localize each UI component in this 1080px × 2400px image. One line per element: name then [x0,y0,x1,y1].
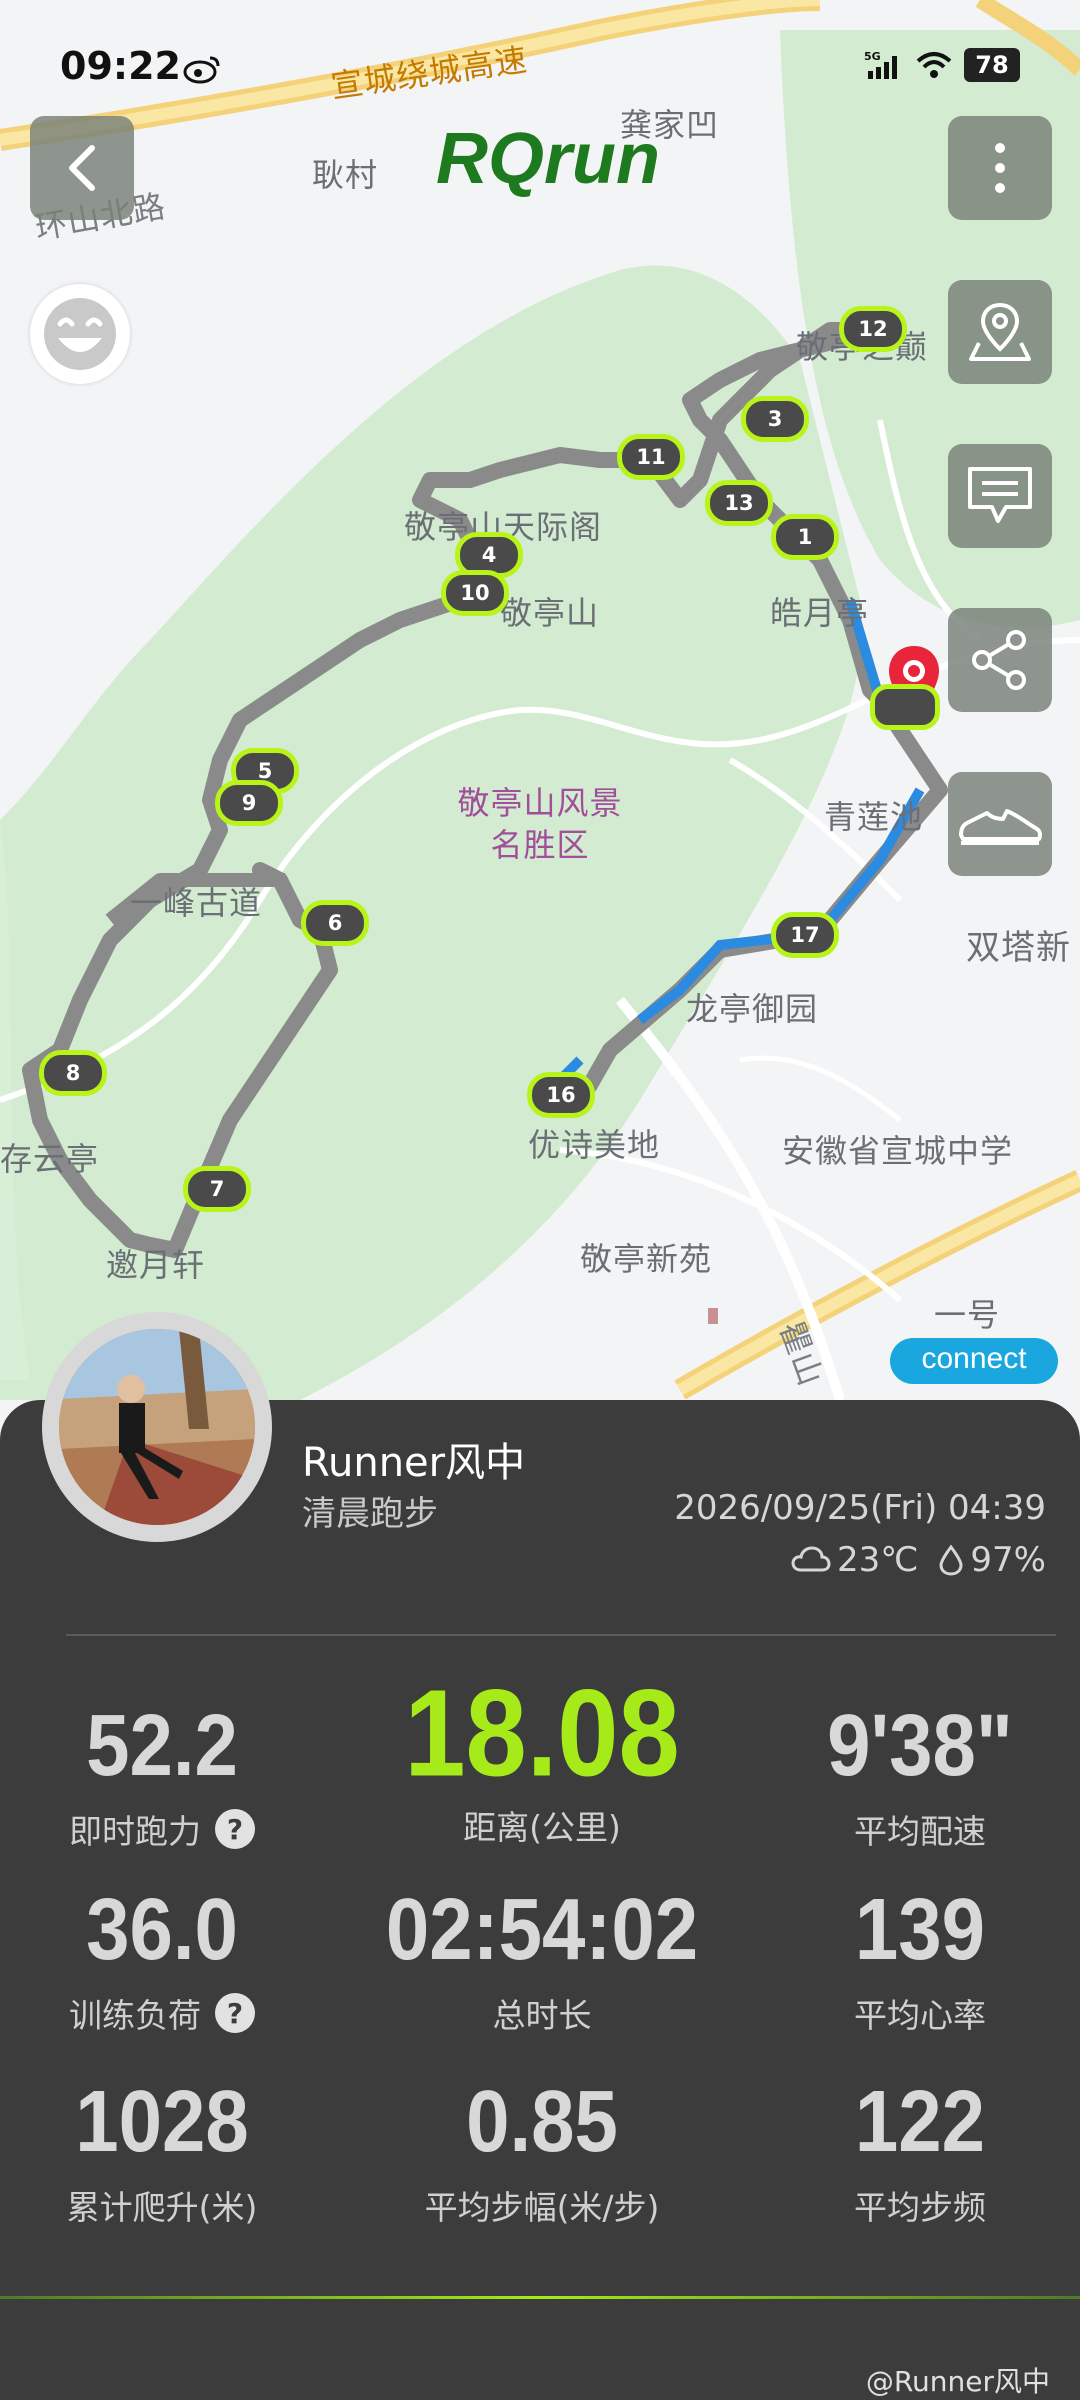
route-marker[interactable]: 1 [771,514,839,560]
route-marker[interactable]: 8 [39,1050,107,1096]
status-bar: 09:22 5G 78 [0,40,1080,96]
help-icon[interactable]: ? [215,1809,255,1849]
map-location-button[interactable] [948,280,1052,384]
username: Runner风中 [302,1440,526,1486]
chevron-left-icon [69,145,95,191]
stat-value: 36.0 [86,1879,238,1979]
start-marker[interactable] [870,684,940,730]
route-map[interactable]: 宣城绕城高速 龚家凹 耿村 环山北路 敬亭之巅 敬亭山天际阁 敬亭山 皓月亭 敬… [0,0,1080,1420]
place-gengcun: 耿村 [312,156,379,194]
route-marker[interactable]: 9 [215,780,283,826]
stat-value: 9'38" [827,1695,1013,1795]
humidity-icon [939,1544,963,1576]
place-haoyue: 皓月亭 [770,594,870,632]
stat-value: 139 [854,1879,986,1979]
place-anhui-school: 安徽省宣城中学 [782,1132,1014,1170]
route-marker[interactable]: 7 [183,1166,251,1212]
place-shuangta: 双塔新 [966,928,1071,968]
stat-avg-stride: 0.85 平均步幅(米/步) [362,2072,722,2229]
stat-avg-cadence: 122 平均步频 [740,2072,1080,2229]
route-marker[interactable]: 3 [741,396,809,442]
more-vertical-icon [995,143,1005,193]
humidity: 97% [970,1540,1046,1580]
weather-info: 23℃ 97% [791,1540,1046,1580]
stat-value: 52.2 [86,1695,238,1795]
route-marker[interactable]: 6 [301,900,369,946]
running-shoe-icon [959,809,1043,845]
avatar[interactable] [42,1312,272,1542]
stat-value: 122 [854,2071,986,2171]
share-icon [972,630,1026,690]
avatar-image [59,1329,255,1525]
stat-avg-pace: 9'38" 平均配速 [740,1696,1080,1853]
route-marker[interactable]: 16 [527,1072,595,1118]
connect-badge: connect [890,1338,1058,1384]
temperature: 23℃ [836,1540,919,1580]
cellular-signal-icon: 5G [864,50,897,79]
svg-text:5G: 5G [864,50,881,63]
stat-avg-heart-rate: 139 平均心率 [740,1880,1080,2037]
activity-datetime: 2026/09/25(Fri) 04:39 [674,1488,1046,1528]
help-icon[interactable]: ? [215,1993,255,2033]
accent-divider [0,2296,1080,2299]
place-youshi: 优诗美地 [528,1126,661,1164]
place-jingting-xinyuan: 敬亭新苑 [580,1240,713,1278]
place-longting: 龙亭御园 [686,990,819,1028]
place-cunyun: 存云亭 [0,1140,100,1178]
route-marker[interactable]: 17 [771,912,839,958]
share-button[interactable] [948,608,1052,712]
route-marker[interactable]: 13 [705,480,773,526]
status-time: 09:22 [60,44,181,88]
stat-label: 平均配速 [854,1812,986,1851]
smiley-icon [44,298,116,370]
route-marker[interactable]: 10 [441,570,509,616]
divider [66,1634,1056,1636]
stat-label: 平均步幅(米/步) [424,2188,660,2227]
stat-running-power: 52.2 即时跑力? [0,1696,342,1853]
status-icons: 5G 78 [864,48,1020,82]
place-yihao: 一号 [934,1296,1001,1334]
message-icon [968,467,1032,523]
stat-training-load: 36.0 训练负荷? [0,1880,342,2037]
map-pin-icon [969,302,1031,361]
place-jingting-mountain: 敬亭山 [500,594,600,632]
stat-elevation-gain: 1028 累计爬升(米) [0,2072,342,2229]
shoe-button[interactable] [948,772,1052,876]
battery-indicator: 78 [964,48,1020,82]
stat-label: 平均心率 [854,1996,986,2035]
stat-label: 累计爬升(米) [66,2188,258,2227]
place-yaoyue: 邀月轩 [106,1246,206,1284]
app-brand: RQrun [436,119,660,199]
back-button[interactable] [30,116,134,220]
stat-total-time: 02:54:02 总时长 [362,1880,722,2037]
watermark: @Runner风中 [865,2365,1050,2398]
stat-value: 02:54:02 [385,1879,699,1979]
stat-value: 1028 [75,2071,249,2171]
stat-label: 平均步频 [854,2188,986,2227]
activity-type: 清晨跑步 [302,1494,438,1534]
comment-button[interactable] [948,444,1052,548]
stat-value: 0.85 [466,2071,618,2171]
scenic-area-label: 敬亭山风景名胜区 [457,784,623,864]
route-marker[interactable]: 11 [617,434,685,480]
stat-label: 即时跑力 [69,1812,201,1851]
stat-distance: 18.08 距离(公里) [362,1665,722,1849]
stat-label: 总时长 [492,1996,592,2035]
cloud-icon [791,1546,831,1572]
emoji-button[interactable] [30,284,130,384]
place-qinglian: 青莲池 [824,798,924,836]
wifi-icon [916,52,952,78]
place-yifeng: 一峰古道 [130,884,263,922]
weibo-icon [182,54,222,91]
stat-label: 距离(公里) [463,1808,621,1847]
route-marker[interactable]: 12 [839,306,907,352]
stat-value: 18.08 [404,1664,680,1803]
more-button[interactable] [948,116,1052,220]
stat-label: 训练负荷 [69,1996,201,2035]
